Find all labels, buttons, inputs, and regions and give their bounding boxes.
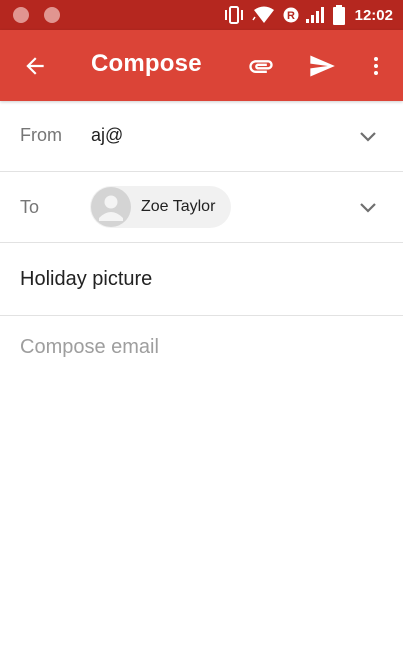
- chevron-down-icon[interactable]: [359, 131, 377, 143]
- notification-dot-icon: [44, 7, 60, 23]
- app-bar: Compose: [0, 30, 403, 101]
- page-title: Compose: [91, 50, 202, 77]
- attach-icon[interactable]: [247, 52, 275, 80]
- vibrate-icon: [224, 6, 243, 24]
- person-icon: [99, 195, 123, 221]
- compose-body-field[interactable]: Compose email: [20, 336, 159, 359]
- roaming-icon: R: [283, 7, 299, 23]
- avatar: [91, 187, 131, 227]
- wifi-icon: [252, 6, 274, 23]
- to-label: To: [20, 197, 40, 217]
- subject-row[interactable]: Holiday picture: [0, 243, 403, 316]
- recipient-chip[interactable]: Zoe Taylor: [90, 186, 232, 228]
- subject-field[interactable]: Holiday picture: [20, 268, 152, 291]
- status-bar: R 12:02: [0, 0, 403, 30]
- status-time: 12:02: [354, 6, 393, 24]
- from-account[interactable]: aj@: [91, 125, 123, 146]
- send-icon[interactable]: [307, 52, 337, 80]
- more-vert-icon[interactable]: [364, 52, 388, 80]
- notification-dot-icon: [13, 7, 29, 23]
- recipient-name: Zoe Taylor: [141, 198, 216, 215]
- from-row[interactable]: From aj@: [0, 101, 403, 172]
- back-arrow-icon[interactable]: [22, 53, 48, 79]
- chevron-down-icon[interactable]: [359, 202, 377, 214]
- from-label: From: [20, 125, 62, 145]
- to-row[interactable]: To Zoe Taylor: [0, 172, 403, 243]
- signal-icon: [305, 7, 324, 23]
- battery-icon: [332, 5, 345, 25]
- svg-text:R: R: [287, 10, 295, 22]
